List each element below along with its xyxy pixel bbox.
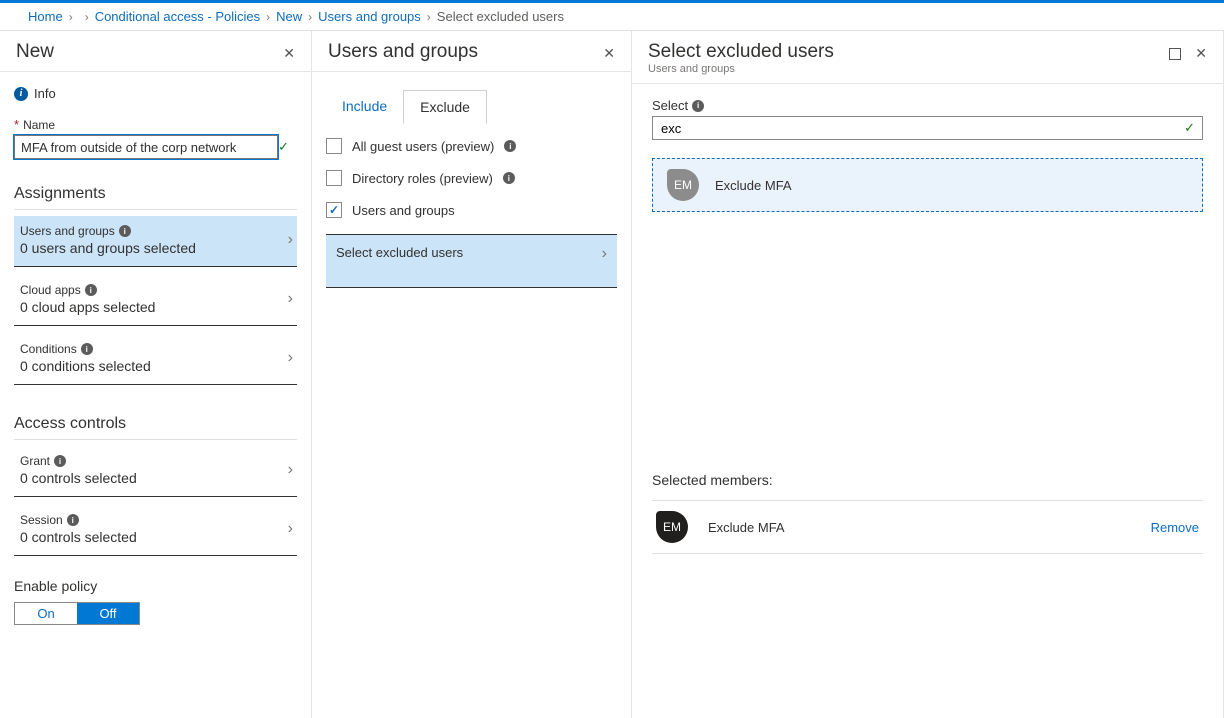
info-dot-icon: i (81, 343, 93, 355)
toggle-on[interactable]: On (15, 603, 77, 624)
selected-member-row: EM Exclude MFA Remove (652, 500, 1203, 554)
chevron-right-icon: › (288, 349, 293, 367)
breadcrumb-sep: › (85, 10, 89, 24)
checkbox-icon[interactable] (326, 170, 342, 186)
breadcrumb-policies[interactable]: Conditional access - Policies (95, 9, 260, 24)
access-controls-heading: Access controls (14, 415, 297, 440)
info-dot-icon: i (54, 455, 66, 467)
breadcrumb-sep: › (427, 10, 431, 24)
option-directory-roles[interactable]: Directory roles (preview) i (326, 170, 617, 186)
info-dot-icon: i (692, 100, 704, 112)
policy-name-input[interactable] (14, 135, 278, 159)
search-input[interactable] (652, 116, 1203, 140)
tab-exclude[interactable]: Exclude (403, 90, 487, 124)
assignment-title: Users and groups (20, 224, 115, 238)
info-dot-icon: i (85, 284, 97, 296)
info-dot-icon: i (119, 225, 131, 237)
blade-select-title: Select excluded users (648, 41, 834, 63)
option-users-and-groups[interactable]: Users and groups (326, 202, 617, 218)
blade-new-title: New (16, 41, 54, 63)
blade-select-excluded-users: Select excluded users Users and groups ✕… (632, 31, 1224, 718)
info-icon: i (14, 87, 28, 101)
chevron-right-icon: › (288, 290, 293, 308)
assignment-title: Session (20, 513, 63, 527)
breadcrumb-current: Select excluded users (437, 9, 564, 24)
option-label: Directory roles (preview) (352, 171, 493, 186)
tab-include[interactable]: Include (326, 90, 403, 124)
assignment-sub: 0 conditions selected (20, 358, 151, 374)
avatar: EM (667, 169, 699, 201)
assignment-sub: 0 cloud apps selected (20, 299, 155, 315)
assignment-title: Conditions (20, 342, 77, 356)
close-icon[interactable]: ✕ (603, 45, 615, 62)
option-all-guest-users[interactable]: All guest users (preview) i (326, 138, 617, 154)
assignment-sub: 0 controls selected (20, 529, 137, 545)
assignment-title: Cloud apps (20, 283, 81, 297)
breadcrumb-home[interactable]: Home (28, 9, 63, 24)
selected-members-heading: Selected members: (652, 472, 1203, 488)
assignment-users-groups[interactable]: Users and groups i 0 users and groups sel… (14, 216, 297, 267)
access-grant[interactable]: Granti 0 controls selected › (14, 446, 297, 497)
blade-users-groups-title: Users and groups (328, 41, 478, 63)
blade-new: New ✕ i Info * Name ✓ Assignments Us (0, 31, 312, 718)
close-icon[interactable]: ✕ (283, 45, 295, 62)
breadcrumb-new[interactable]: New (276, 9, 302, 24)
assignment-cloud-apps[interactable]: Cloud apps i 0 cloud apps selected › (14, 275, 297, 326)
assignments-heading: Assignments (14, 185, 297, 210)
chevron-right-icon: › (288, 520, 293, 538)
assignment-title: Grant (20, 454, 50, 468)
info-dot-icon: i (67, 514, 79, 526)
avatar: EM (656, 511, 688, 543)
select-excluded-label: Select excluded users (336, 245, 463, 263)
chevron-right-icon: › (288, 461, 293, 479)
breadcrumb-sep: › (308, 10, 312, 24)
assignment-sub: 0 users and groups selected (20, 240, 196, 256)
toggle-off[interactable]: Off (77, 603, 139, 624)
breadcrumb-sep: › (69, 10, 73, 24)
search-result-row[interactable]: EM Exclude MFA (652, 158, 1203, 212)
selected-member-name: Exclude MFA (708, 520, 785, 535)
chevron-right-icon: › (602, 245, 607, 263)
name-label: Name (23, 118, 55, 132)
checkbox-icon[interactable] (326, 138, 342, 154)
assignment-sub: 0 controls selected (20, 470, 137, 486)
option-label: All guest users (preview) (352, 139, 494, 154)
enable-policy-toggle[interactable]: On Off (14, 602, 140, 625)
breadcrumb-users-groups[interactable]: Users and groups (318, 9, 421, 24)
blade-users-groups: Users and groups ✕ Include Exclude All g… (312, 31, 632, 718)
info-row[interactable]: i Info (14, 86, 297, 101)
remove-link[interactable]: Remove (1151, 520, 1199, 535)
info-label: Info (34, 86, 56, 101)
enable-policy-label: Enable policy (14, 578, 297, 594)
chevron-right-icon: › (288, 231, 293, 249)
select-excluded-users[interactable]: Select excluded users › (326, 234, 617, 288)
info-dot-icon: i (503, 172, 515, 184)
checkbox-icon[interactable] (326, 202, 342, 218)
result-name: Exclude MFA (715, 178, 792, 193)
close-icon[interactable]: ✕ (1195, 45, 1207, 62)
blade-select-subtitle: Users and groups (648, 63, 834, 75)
breadcrumb-sep: › (266, 10, 270, 24)
check-icon: ✓ (1184, 120, 1195, 136)
required-asterisk: * (14, 117, 19, 132)
check-icon: ✓ (278, 139, 289, 155)
assignment-conditions[interactable]: Conditions i 0 conditions selected › (14, 334, 297, 385)
restore-icon[interactable] (1169, 48, 1181, 60)
option-label: Users and groups (352, 203, 455, 218)
select-label: Select (652, 98, 688, 113)
breadcrumb: Home › › Conditional access - Policies ›… (0, 3, 1224, 31)
access-session[interactable]: Session i 0 controls selected › (14, 505, 297, 556)
info-dot-icon: i (504, 140, 516, 152)
